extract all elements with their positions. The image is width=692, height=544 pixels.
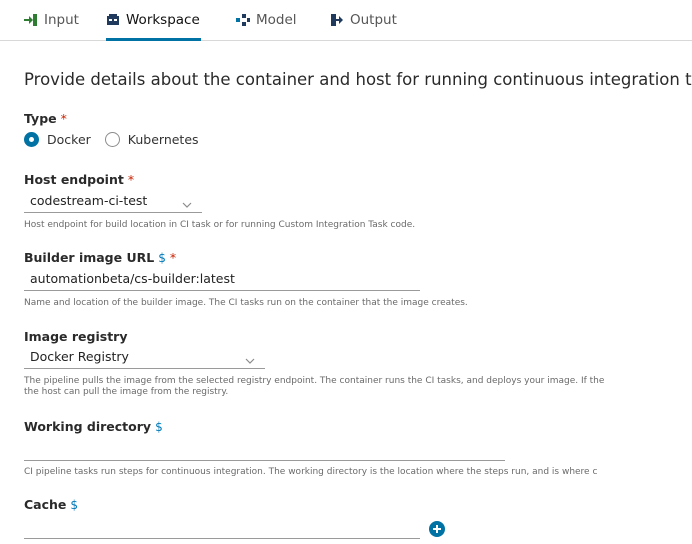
radio-docker[interactable] [24, 132, 39, 147]
type-label: Type * [24, 111, 67, 126]
tab-output-label: Output [350, 12, 397, 28]
host-endpoint-help: Host endpoint for build location in CI t… [24, 220, 416, 230]
type-radio-group: Docker Kubernetes [24, 132, 213, 147]
host-endpoint-label: Host endpoint * [24, 172, 135, 187]
tab-bar: Input Workspace Model Output [0, 0, 692, 41]
tab-input[interactable]: Input [24, 0, 79, 40]
image-registry-help-line2: the host can pull the image from the reg… [24, 387, 229, 397]
host-endpoint-select[interactable]: codestream-ci-test [24, 191, 202, 213]
working-directory-label: Working directory $ [24, 419, 163, 434]
intro-text: Provide details about the container and … [24, 70, 692, 89]
workspace-icon [106, 13, 120, 27]
working-directory-help: CI pipeline tasks run steps for continuo… [24, 467, 598, 477]
radio-kubernetes-label[interactable]: Kubernetes [128, 132, 199, 147]
tab-model-label: Model [256, 12, 297, 28]
add-cache-button[interactable] [429, 521, 445, 537]
cache-label: Cache $ [24, 497, 79, 512]
dollar-icon: $ [158, 251, 166, 265]
image-registry-value: Docker Registry [30, 349, 129, 364]
required-mark: * [60, 111, 67, 126]
tab-input-label: Input [44, 12, 79, 28]
pipeline-workspace-panel: Input Workspace Model Output Provide det… [0, 0, 692, 544]
builder-image-input[interactable]: automationbeta/cs-builder:latest [24, 269, 420, 291]
tab-workspace-label: Workspace [126, 12, 200, 28]
required-mark: * [127, 172, 135, 187]
tab-output[interactable]: Output [330, 0, 397, 40]
tab-workspace[interactable]: Workspace [106, 0, 201, 41]
cache-input[interactable] [24, 517, 420, 539]
image-registry-help-line1: The pipeline pulls the image from the se… [24, 376, 605, 386]
host-endpoint-value: codestream-ci-test [30, 193, 148, 208]
input-icon [24, 13, 38, 27]
dollar-icon: $ [155, 420, 163, 434]
image-registry-label: Image registry [24, 329, 128, 344]
working-directory-input[interactable] [24, 439, 505, 461]
output-icon [330, 13, 344, 27]
model-icon [236, 13, 250, 27]
dollar-icon: $ [70, 498, 79, 512]
radio-docker-label[interactable]: Docker [47, 132, 91, 147]
builder-image-label: Builder image URL $ * [24, 250, 177, 265]
builder-image-value: automationbeta/cs-builder:latest [30, 271, 235, 286]
image-registry-select[interactable]: Docker Registry [24, 347, 265, 369]
required-mark: * [169, 250, 177, 265]
chevron-down-icon [182, 196, 192, 208]
radio-kubernetes[interactable] [104, 132, 120, 147]
builder-image-help: Name and location of the builder image. … [24, 298, 468, 308]
chevron-down-icon [245, 352, 255, 364]
tab-model[interactable]: Model [236, 0, 297, 40]
